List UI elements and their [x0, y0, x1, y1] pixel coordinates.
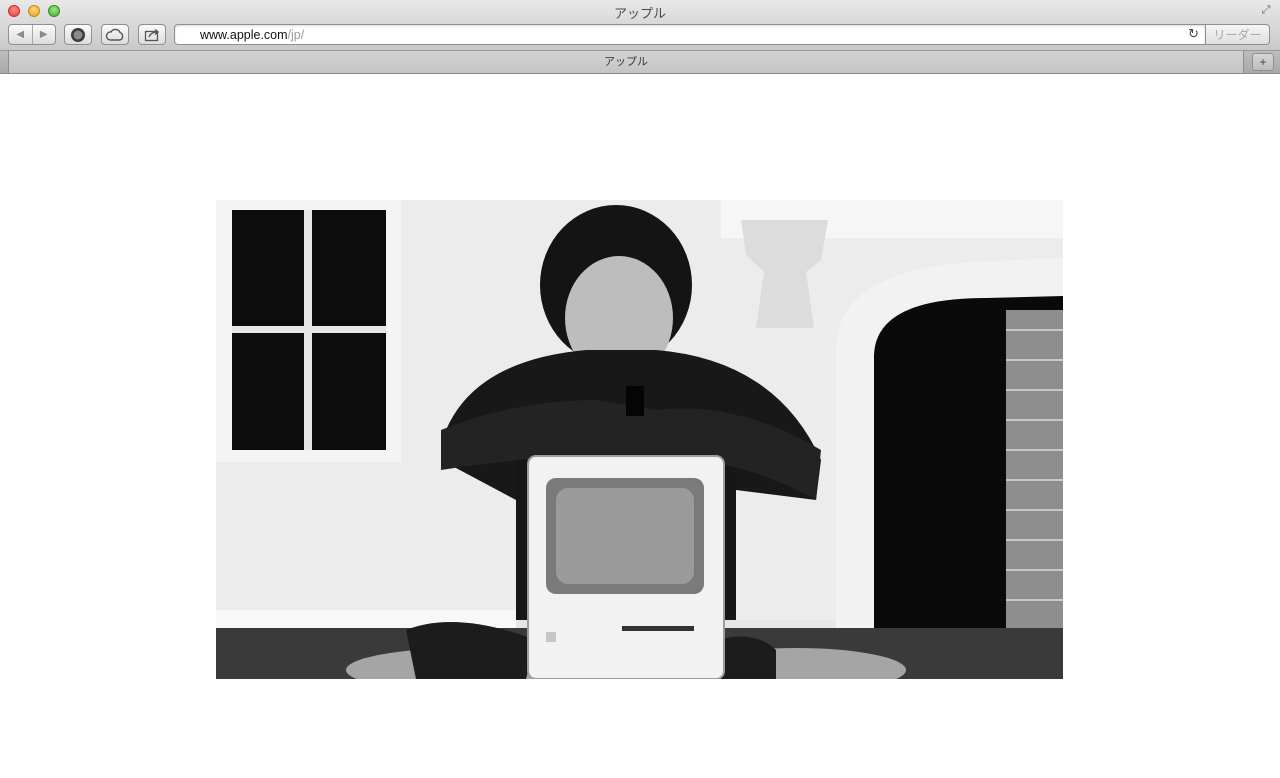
hero-image[interactable]: [216, 200, 1063, 679]
new-tab-button[interactable]: +: [1252, 53, 1274, 71]
tab-bar: アップル +: [0, 51, 1280, 74]
url-path: /jp/: [287, 28, 305, 42]
window-title: アップル: [613, 6, 666, 21]
reader-button[interactable]: リーダー: [1206, 24, 1270, 45]
address-bar[interactable]: www.apple.com/jp/ ↻: [174, 24, 1206, 45]
fullscreen-icon[interactable]: ⤢: [1260, 4, 1272, 16]
back-arrow-icon[interactable]: ◀: [9, 25, 32, 44]
tab-apple[interactable]: アップル: [8, 51, 1244, 73]
url-host: www.apple.com: [200, 28, 288, 42]
share-icon: [144, 28, 160, 41]
title-toolbar: アップル ⤢ ◀ ▶ www.apple.com/jp/ ↻ リーダー: [0, 0, 1280, 51]
reload-icon[interactable]: ↻: [1188, 26, 1199, 42]
back-forward-group: ◀ ▶: [8, 24, 56, 45]
share-button[interactable]: [138, 24, 166, 45]
browser-window: アップル ⤢ ◀ ▶ www.apple.com/jp/ ↻ リーダー アップル…: [0, 0, 1280, 778]
top-sites-icon: [71, 27, 85, 42]
page-content: [0, 74, 1280, 778]
forward-arrow-icon[interactable]: ▶: [31, 25, 56, 44]
icloud-tabs-button[interactable]: [101, 24, 129, 45]
hero-photo: [216, 200, 1063, 679]
icloud-icon: [105, 28, 124, 41]
top-sites-button[interactable]: [64, 24, 92, 45]
url-text: www.apple.com/jp/: [200, 28, 304, 42]
